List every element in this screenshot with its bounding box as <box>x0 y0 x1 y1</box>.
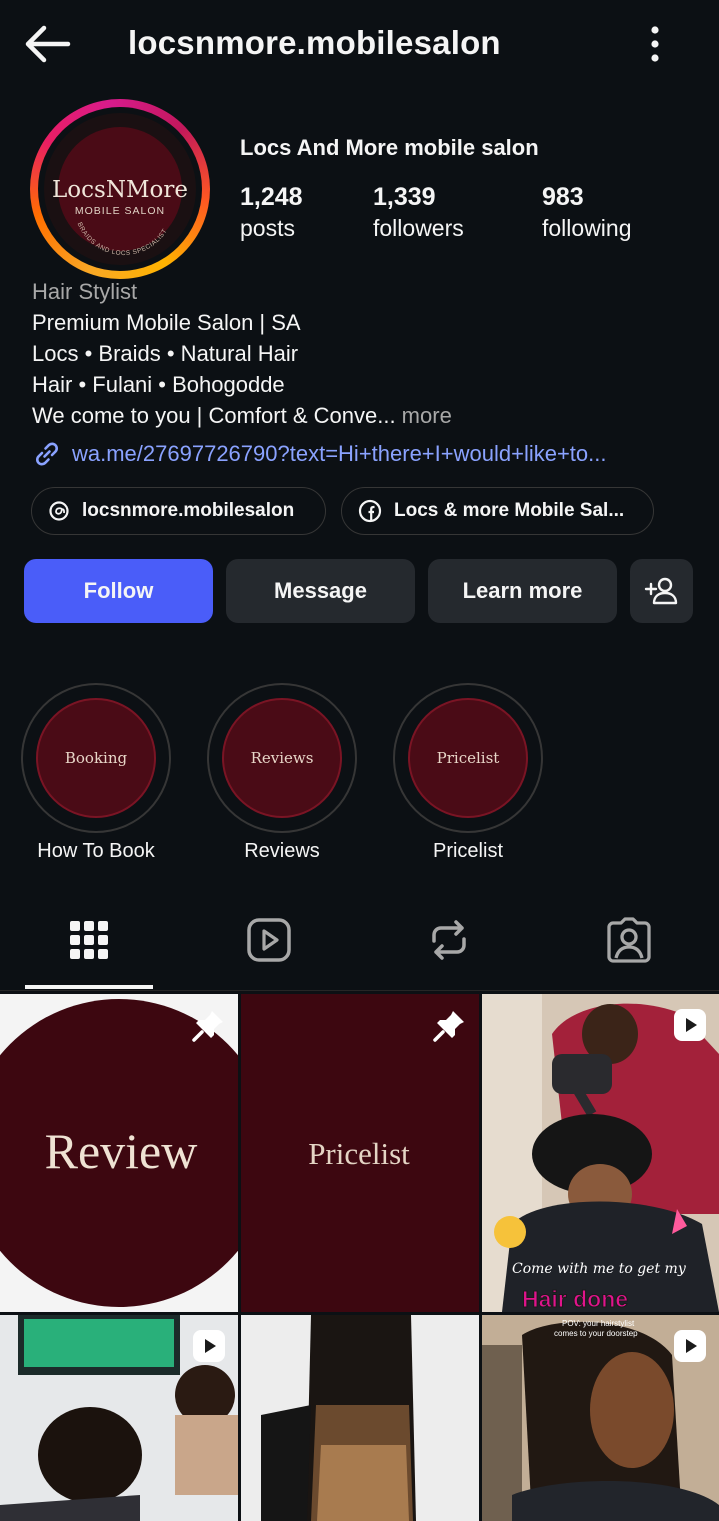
facebook-chip-label: Locs & more Mobile Sal... <box>394 500 625 521</box>
post-caption-highlight: Hair done <box>521 1286 629 1313</box>
post-caption: comes to your doorstep <box>554 1329 638 1338</box>
back-arrow-icon[interactable] <box>22 22 72 66</box>
bio-line: Locs • Braids • Natural Hair <box>32 341 299 366</box>
bio-link-text[interactable]: wa.me/27697726790?text=Hi+there+I+would+… <box>72 441 607 467</box>
top-bar: locsnmore.mobilesalon <box>0 0 719 90</box>
followers-count: 1,339 <box>373 183 436 211</box>
posts-count: 1,248 <box>240 183 303 211</box>
following-stat[interactable]: 983 following <box>542 182 632 244</box>
following-count: 983 <box>542 183 584 211</box>
profile-category: Hair Stylist <box>32 279 138 304</box>
reels-icon <box>247 918 291 962</box>
avatar-subtitle-text: MOBILE SALON <box>75 205 165 217</box>
highlight-cover-text: Booking <box>64 749 128 767</box>
threads-chip[interactable]: locsnmore.mobilesalon <box>31 487 326 535</box>
reel-icon <box>674 1009 706 1041</box>
highlight-pricelist[interactable]: Pricelist Pricelist <box>393 683 543 863</box>
highlight-cover-text: Pricelist <box>436 749 500 767</box>
highlight-cover-text: Reviews <box>250 749 314 767</box>
reposts-icon <box>432 920 466 960</box>
followers-stat[interactable]: 1,339 followers <box>373 182 464 244</box>
post-tile[interactable]: Come with me to get my Hair done <box>482 994 719 1312</box>
pin-icon <box>433 1011 464 1042</box>
post-tile[interactable] <box>241 1315 479 1521</box>
post-tile[interactable] <box>0 1315 238 1521</box>
bio-line: Premium Mobile Salon | SA <box>32 310 301 335</box>
highlight-reviews[interactable]: Reviews Reviews <box>207 683 357 863</box>
bio-more-link[interactable]: more <box>396 403 452 428</box>
link-icon <box>36 442 58 466</box>
threads-icon <box>49 501 69 521</box>
post-title-text: Review <box>45 1123 198 1179</box>
reel-icon <box>193 1330 225 1362</box>
highlight-how-to-book[interactable]: Booking How To Book <box>21 683 171 863</box>
post-photo <box>241 1315 479 1521</box>
followers-label: followers <box>373 215 464 241</box>
avatar[interactable]: LocsNMore MOBILE SALON BRAIDS AND LOCS S… <box>30 99 210 279</box>
tab-reposts[interactable] <box>384 905 514 991</box>
facebook-icon <box>358 499 382 523</box>
facebook-chip[interactable]: Locs & more Mobile Sal... <box>341 487 654 535</box>
tab-reels[interactable] <box>204 905 334 991</box>
tab-posts[interactable] <box>24 905 154 991</box>
reel-icon <box>674 1330 706 1362</box>
post-tile[interactable]: Review <box>0 994 238 1312</box>
follow-button[interactable]: Follow <box>24 559 213 623</box>
following-label: following <box>542 215 632 241</box>
threads-chip-label: locsnmore.mobilesalon <box>82 500 295 521</box>
post-tile[interactable]: Pricelist <box>241 994 479 1312</box>
pin-icon <box>192 1011 223 1042</box>
suggested-users-button[interactable] <box>630 559 693 623</box>
avatar-arc-text: BRAIDS AND LOCS SPECIALIST <box>76 221 169 257</box>
add-person-icon <box>644 577 677 605</box>
highlight-label: How To Book <box>37 840 155 862</box>
grid-icon <box>70 921 108 959</box>
bio-link[interactable]: wa.me/27697726790?text=Hi+there+I+would+… <box>32 439 607 469</box>
display-name: Locs And More mobile salon <box>240 135 539 160</box>
active-tab-indicator <box>25 985 153 989</box>
avatar-logo-text: LocsNMore <box>52 177 188 203</box>
posts-label: posts <box>240 215 295 241</box>
bio-line-text: We come to you | Comfort & Conve... <box>32 403 396 428</box>
bio-line-last: We come to you | Comfort & Conve... more <box>32 403 452 429</box>
profile-tabs <box>0 905 719 991</box>
more-options-icon[interactable] <box>640 22 670 66</box>
message-button[interactable]: Message <box>226 559 415 623</box>
posts-stat[interactable]: 1,248 posts <box>240 182 303 244</box>
tagged-icon <box>607 917 651 963</box>
post-caption: Come with me to get my <box>512 1261 686 1277</box>
bio-line: Hair • Fulani • Bohogodde <box>32 372 285 397</box>
tab-tagged[interactable] <box>564 905 694 991</box>
highlight-label: Reviews <box>244 840 320 862</box>
learn-more-button[interactable]: Learn more <box>428 559 617 623</box>
post-title-text: Pricelist <box>308 1136 410 1171</box>
highlight-label: Pricelist <box>432 840 503 862</box>
posts-grid: Review Pricelist Come with me to get my … <box>0 994 719 1521</box>
page-title: locsnmore.mobilesalon <box>128 24 501 61</box>
post-caption: POV: your hairstylist <box>562 1319 635 1328</box>
post-tile[interactable]: POV: your hairstylist comes to your door… <box>482 1315 719 1521</box>
svg-text:BRAIDS AND LOCS SPECIALIST: BRAIDS AND LOCS SPECIALIST <box>76 221 169 257</box>
